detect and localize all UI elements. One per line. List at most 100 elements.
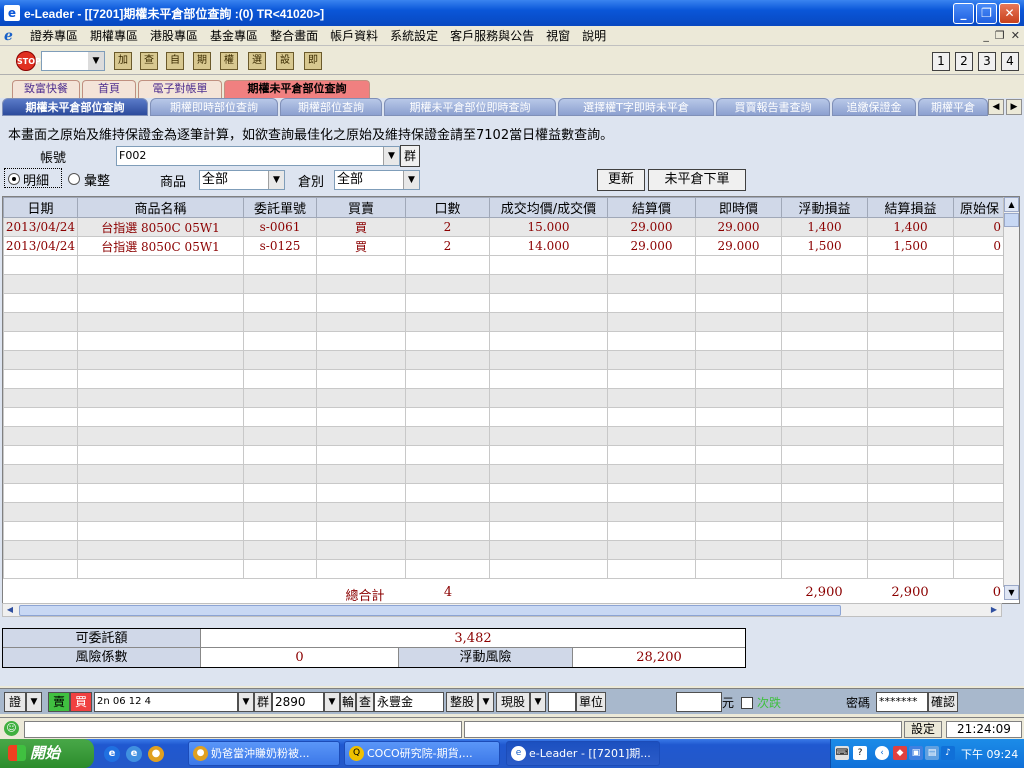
scroll-up-icon[interactable]: ▲ — [1004, 197, 1019, 212]
network-icon[interactable]: ▣ — [909, 746, 923, 760]
subtab-position-query[interactable]: 期權部位查詢 — [280, 98, 382, 116]
help-icon[interactable]: ? — [853, 746, 867, 760]
radio-summary[interactable] — [68, 173, 80, 185]
tab-quick-news[interactable]: 致富快餐 — [12, 80, 80, 98]
stop-icon[interactable]: STOP — [16, 51, 41, 71]
cycle-button[interactable]: 輪 — [340, 692, 356, 712]
layout-1-button[interactable]: 1 — [932, 52, 950, 71]
task-coco-window[interactable]: Q COCO研究院-期貨,... — [344, 741, 500, 766]
chevron-down-icon[interactable]: ▼ — [530, 692, 546, 712]
toolbar-icon-instant[interactable]: 即 — [304, 52, 322, 70]
quantity-input[interactable] — [548, 692, 576, 712]
scroll-down-icon[interactable]: ▼ — [1004, 585, 1019, 600]
open-order-button[interactable]: 未平倉下單 — [648, 169, 746, 191]
subtab-trade-report[interactable]: 買賣報告書查詢 — [716, 98, 830, 116]
toolbar-icon-query[interactable]: 查 — [140, 52, 158, 70]
chevron-left-icon[interactable]: ‹ — [875, 746, 889, 760]
tab-e-statement[interactable]: 電子對帳單 — [138, 80, 222, 98]
menu-account[interactable]: 帳戶資料 — [324, 27, 384, 44]
tab-scroll-right-icon[interactable]: ▶ — [1006, 99, 1022, 115]
chevron-down-icon[interactable]: ▼ — [238, 692, 254, 712]
col-qty[interactable]: 口數 — [405, 197, 490, 218]
category-select[interactable]: 全部 ▼ — [334, 170, 420, 190]
col-avg-price[interactable]: 成交均價/成交價 — [489, 197, 608, 218]
col-order-no[interactable]: 委託單號 — [243, 197, 317, 218]
subtab-realtime-position[interactable]: 期權即時部位查詢 — [150, 98, 278, 116]
layout-3-button[interactable]: 3 — [978, 52, 996, 71]
mdi-minimize-icon[interactable]: _ — [983, 29, 989, 42]
sell-side-button[interactable]: 賣 — [48, 692, 70, 712]
subtab-open-realtime-query[interactable]: 期權未平倉部位即時查詢 — [384, 98, 556, 116]
minimize-button[interactable]: _ — [953, 3, 974, 24]
layout-2-button[interactable]: 2 — [955, 52, 973, 71]
tab-open-position-query[interactable]: 期權未平倉部位查詢 — [224, 80, 370, 98]
subtab-close-position[interactable]: 期權平倉 — [918, 98, 988, 116]
scroll-thumb[interactable] — [1004, 213, 1019, 227]
scroll-left-icon[interactable]: ◀ — [3, 604, 17, 616]
task-eleader-window[interactable]: e e-Leader - [[7201]期... — [506, 741, 660, 766]
chevron-down-icon[interactable]: ▼ — [403, 171, 419, 189]
chevron-down-icon[interactable]: ▼ — [88, 52, 104, 70]
tab-home[interactable]: 首頁 — [82, 80, 136, 98]
menu-securities[interactable]: 證券專區 — [24, 27, 84, 44]
chevron-down-icon[interactable]: ▼ — [383, 147, 399, 165]
col-floating-pl[interactable]: 浮動損益 — [781, 197, 868, 218]
mdi-close-icon[interactable]: ✕ — [1011, 29, 1020, 42]
subtab-t-quote-open[interactable]: 選擇權T字即時未平倉 — [558, 98, 714, 116]
table-row[interactable]: 2013/04/24 台指選 8050C 05W1 s-0061 買 2 15.… — [3, 217, 1006, 237]
col-settle-pl[interactable]: 結算損益 — [867, 197, 954, 218]
subtab-margin-call[interactable]: 追繳保證金 — [832, 98, 916, 116]
trade-type-select[interactable]: 現股 — [496, 692, 530, 712]
market-select[interactable]: 證 — [4, 692, 26, 712]
ie-icon[interactable]: e — [104, 746, 120, 762]
next-checkbox[interactable] — [741, 697, 753, 709]
radio-detail[interactable] — [8, 173, 20, 185]
display-icon[interactable]: ▤ — [925, 746, 939, 760]
chevron-down-icon[interactable]: ▼ — [268, 171, 284, 189]
hscroll-thumb[interactable] — [19, 605, 841, 616]
account-select[interactable]: F002 ▼ — [116, 146, 400, 166]
mdi-restore-icon[interactable]: ❐ — [995, 29, 1005, 42]
stock-code-input[interactable]: 2890 — [272, 692, 324, 712]
confirm-button[interactable]: 確認 — [928, 692, 958, 712]
refresh-button[interactable]: 更新 — [597, 169, 645, 191]
password-input[interactable]: ******* — [876, 692, 928, 712]
task-chrome-window[interactable]: ● 奶爸當沖賺奶粉被... — [188, 741, 340, 766]
toolbar-icon-select[interactable]: 選 — [248, 52, 266, 70]
menu-help[interactable]: 說明 — [576, 27, 612, 44]
group-button[interactable]: 群 — [400, 145, 420, 167]
product-select[interactable]: 全部 ▼ — [199, 170, 285, 190]
settings-button[interactable]: 設定 — [904, 721, 942, 738]
col-product-name[interactable]: 商品名稱 — [77, 197, 244, 218]
group-button-order[interactable]: 群 — [254, 692, 272, 712]
table-row[interactable]: 2013/04/24 台指選 8050C 05W1 s-0125 買 2 14.… — [3, 236, 1006, 256]
menu-funds[interactable]: 基金專區 — [204, 27, 264, 44]
horizontal-scrollbar[interactable]: ◀ ▶ — [2, 603, 1002, 617]
price-input[interactable] — [676, 692, 722, 712]
keyboard-icon[interactable]: ⌨ — [835, 746, 849, 760]
col-settle-price[interactable]: 結算價 — [607, 197, 696, 218]
toolbar-icon-add[interactable]: 加 — [114, 52, 132, 70]
restore-button[interactable]: ❐ — [976, 3, 997, 24]
menu-futures[interactable]: 期權專區 — [84, 27, 144, 44]
lookup-button[interactable]: 查 — [356, 692, 374, 712]
chrome-icon[interactable]: ● — [148, 746, 164, 762]
menu-integrated[interactable]: 整合畫面 — [264, 27, 324, 44]
toolbar-icon-settings[interactable]: 設 — [276, 52, 294, 70]
chevron-down-icon[interactable]: ▼ — [324, 692, 340, 712]
subtab-open-position-query[interactable]: 期權未平倉部位查詢 — [2, 98, 148, 116]
toolbar-icon-futures[interactable]: 期 — [193, 52, 211, 70]
ie-alt-icon[interactable]: e — [126, 746, 142, 762]
buy-side-button[interactable]: 買 — [70, 692, 92, 712]
lot-type-select[interactable]: 整股 — [446, 692, 478, 712]
chevron-down-icon[interactable]: ▼ — [26, 692, 42, 712]
volume-icon[interactable]: ♪ — [941, 746, 955, 760]
menu-window[interactable]: 視窗 — [540, 27, 576, 44]
antivirus-icon[interactable]: ◆ — [893, 746, 907, 760]
menu-settings[interactable]: 系統設定 — [384, 27, 444, 44]
scroll-right-icon[interactable]: ▶ — [987, 604, 1001, 616]
col-realtime-price[interactable]: 即時價 — [695, 197, 782, 218]
tab-scroll-left-icon[interactable]: ◀ — [988, 99, 1004, 115]
toolbar-icon-rights[interactable]: 權 — [220, 52, 238, 70]
layout-4-button[interactable]: 4 — [1001, 52, 1019, 71]
